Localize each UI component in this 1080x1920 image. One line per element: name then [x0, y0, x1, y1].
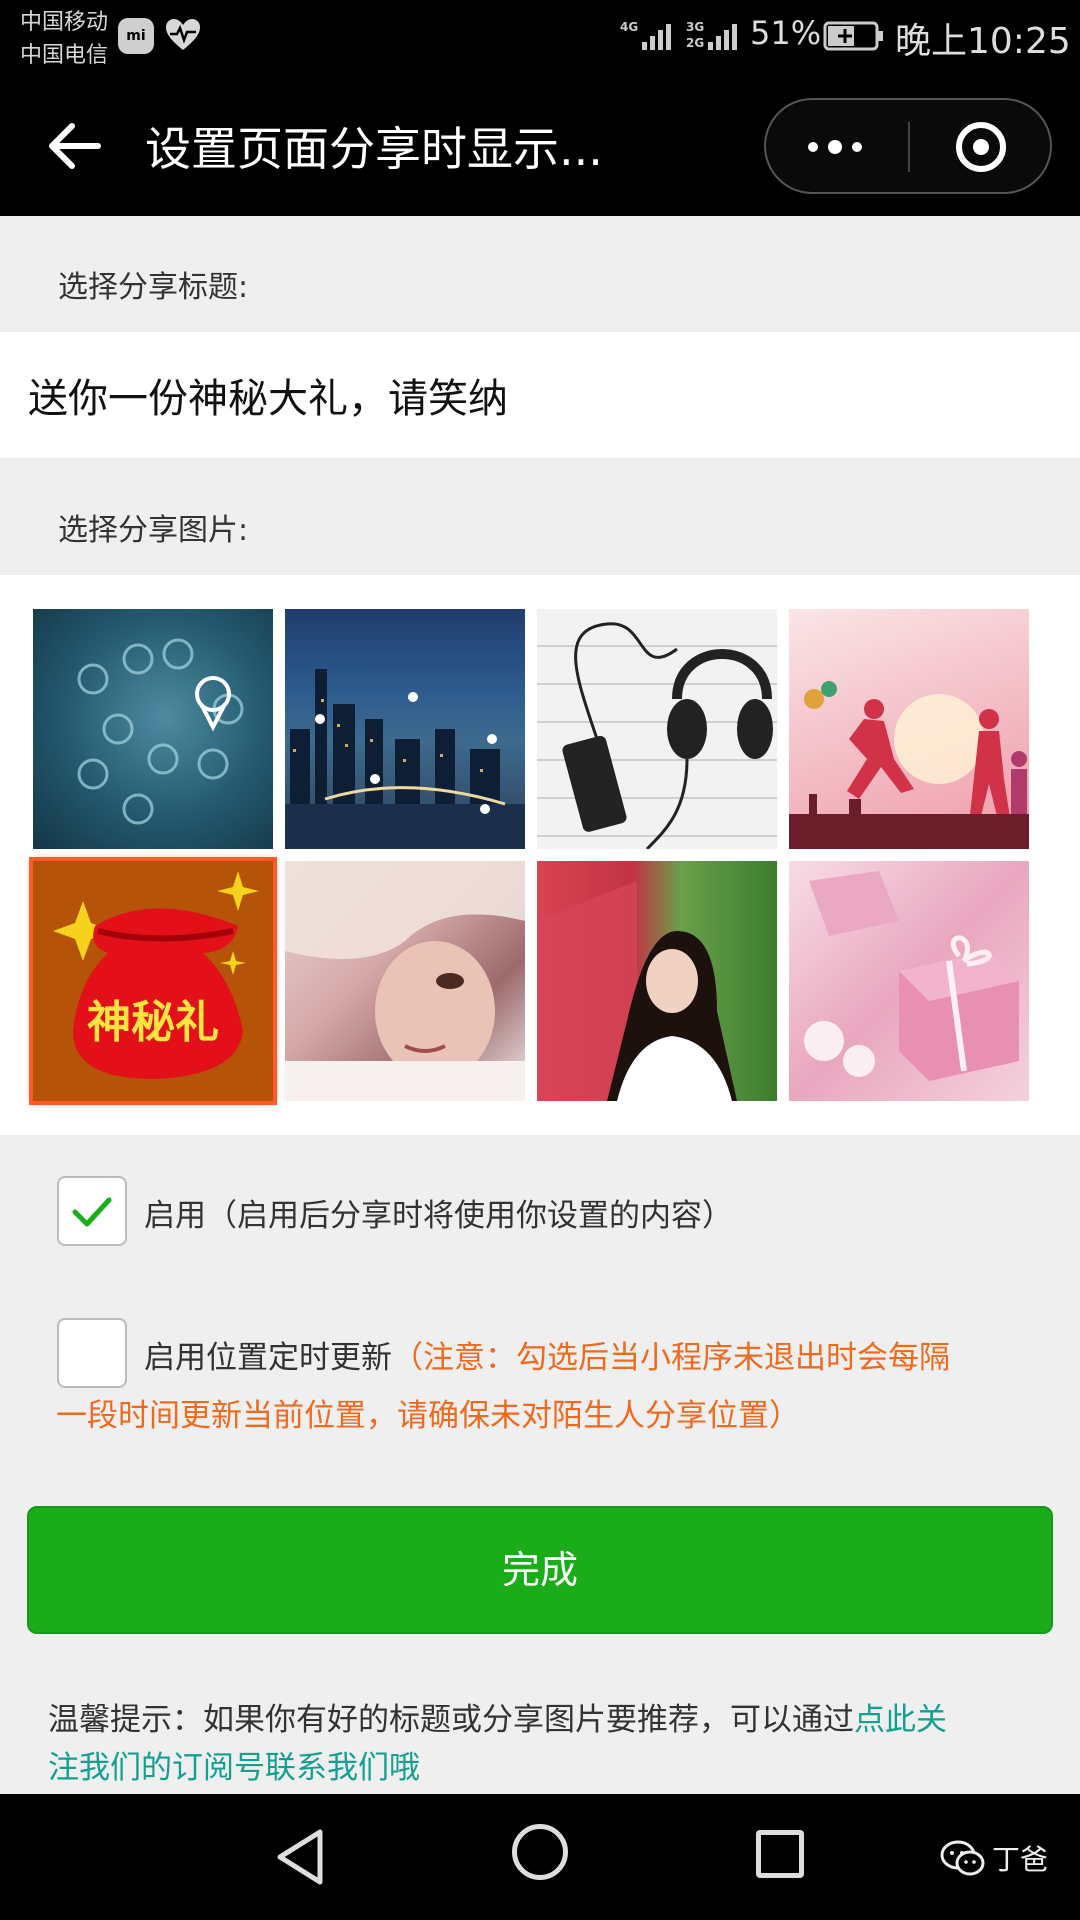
network-4g-label: 4G [620, 20, 639, 34]
signal-icon-2 [708, 24, 737, 50]
share-image-gift-boxes[interactable] [789, 861, 1029, 1101]
location-warning-line2: 一段时间更新当前位置，请确保未对陌生人分享位置） [56, 1398, 800, 1434]
tip-link-part2[interactable]: 注我们的订阅号联系我们哦 [48, 1742, 420, 1787]
tip-line1: 温馨提示：如果你有好的标题或分享图片要推荐，可以通过点此关 [48, 1694, 947, 1739]
share-image-pins[interactable] [33, 609, 273, 849]
carrier-1: 中国移动 [20, 10, 109, 35]
share-title-value: 送你一份神秘大礼，请笑纳 [28, 376, 508, 422]
share-title-label: 选择分享标题: [58, 270, 249, 305]
location-update-label: 启用位置定时更新（注意：勾选后当小程序未退出时会每隔 [144, 1332, 950, 1377]
carrier-2: 中国电信 [20, 43, 109, 68]
system-back-icon[interactable] [270, 1824, 330, 1890]
system-recent-apps-icon[interactable] [756, 1830, 804, 1878]
share-image-mystery-gift[interactable]: 神秘礼 [29, 857, 277, 1105]
system-home-icon[interactable] [512, 1824, 568, 1880]
tip-link-part1[interactable]: 点此关 [854, 1702, 947, 1738]
wechat-icon [940, 1840, 985, 1876]
more-dots-icon[interactable] [766, 100, 908, 192]
share-image-runners[interactable] [789, 609, 1029, 849]
enable-checkbox[interactable] [57, 1176, 127, 1246]
system-nav-bar: 丁爸 [0, 1794, 1080, 1920]
mi-icon: mi [118, 18, 154, 54]
share-image-headphones[interactable] [537, 609, 777, 849]
share-image-girl-portrait[interactable] [537, 861, 777, 1101]
signal-icon [642, 24, 671, 50]
heart-rate-icon [166, 19, 200, 50]
share-image-city[interactable] [285, 609, 525, 849]
location-update-text: 启用位置定时更新 [144, 1340, 392, 1376]
check-icon [72, 1197, 112, 1227]
location-update-checkbox[interactable] [57, 1318, 127, 1388]
watermark-text: 丁爸 [992, 1843, 1049, 1876]
mystery-gift-text: 神秘礼 [87, 997, 219, 1048]
clock: 晚上10:25 [895, 21, 1071, 62]
battery-percent: 51% [750, 14, 822, 52]
done-button[interactable]: 完成 [27, 1506, 1053, 1634]
status-bar: 中国移动 中国电信 mi 4G 3G 2G 51% 晚上10:25 [0, 0, 1080, 84]
tip-prefix: 温馨提示：如果你有好的标题或分享图片要推荐，可以通过 [48, 1702, 854, 1738]
enable-label: 启用（启用后分享时将使用你设置的内容） [144, 1198, 733, 1234]
share-image-label: 选择分享图片: [58, 513, 249, 548]
share-image-woman-face[interactable] [285, 861, 525, 1101]
back-arrow-icon[interactable] [44, 116, 104, 176]
carrier-info: 中国移动 中国电信 [20, 6, 108, 72]
page-title: 设置页面分享时显示... [145, 122, 603, 176]
nav-bar: 设置页面分享时显示... [0, 84, 1080, 216]
mini-program-capsule [764, 98, 1052, 194]
image-grid: 神秘礼 [0, 575, 1080, 1135]
target-icon[interactable] [910, 100, 1052, 192]
battery-charging-icon [823, 21, 883, 51]
location-warning-line1: （注意：勾选后当小程序未退出时会每隔 [392, 1340, 950, 1376]
network-2g-label: 2G [686, 36, 705, 50]
network-3g-label: 3G [686, 20, 705, 34]
share-title-row[interactable]: 送你一份神秘大礼，请笑纳 [0, 332, 1080, 458]
